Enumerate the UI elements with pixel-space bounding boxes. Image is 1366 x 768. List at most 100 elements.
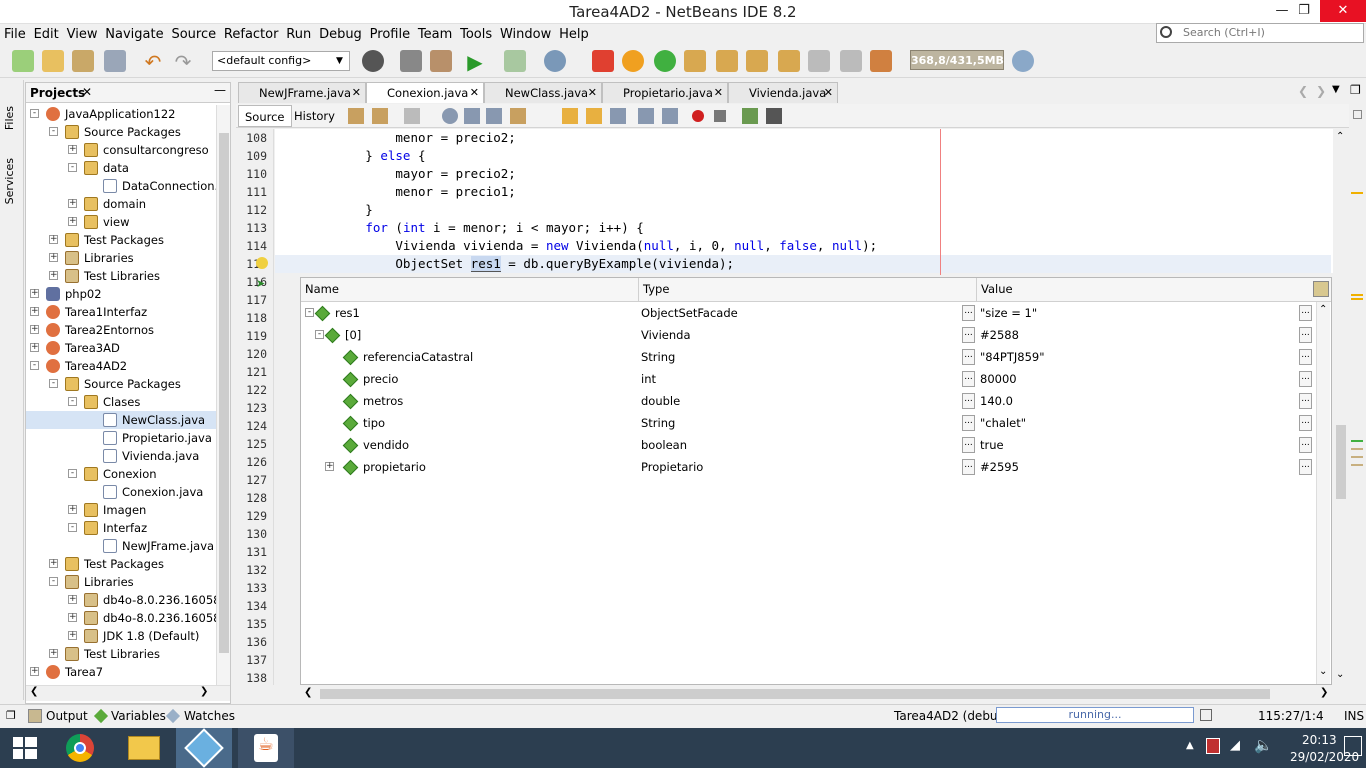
watches-tab[interactable]: Watches <box>184 709 235 723</box>
chevron-left-icon[interactable]: ❮ <box>30 686 38 697</box>
chrome-taskbar-app[interactable] <box>52 728 108 768</box>
redo-icon[interactable]: ↷ <box>172 50 194 74</box>
explorer-taskbar-app[interactable] <box>116 728 172 768</box>
warning-mark[interactable] <box>1351 294 1363 296</box>
menu-edit[interactable]: Edit <box>30 24 59 42</box>
shift-right-icon[interactable] <box>662 108 678 124</box>
last-edit-icon[interactable] <box>348 108 364 124</box>
close-icon[interactable]: ✕ <box>588 83 597 103</box>
variable-row[interactable]: - [0] Vivienda... #2588... <box>301 324 1315 346</box>
variables-vscroll[interactable]: ⌃ ⌄ <box>1316 302 1330 684</box>
battery-icon[interactable] <box>1206 738 1220 754</box>
source-tab[interactable]: Source <box>238 105 292 127</box>
occurrence-mark[interactable] <box>1351 464 1363 466</box>
memory-indicator[interactable]: 368,8/431,5MB <box>910 50 1004 70</box>
editor-hscroll[interactable]: ❮ ❯ <box>300 686 1332 702</box>
tree-vscroll[interactable] <box>216 105 230 685</box>
close-icon[interactable]: ✕ <box>82 85 92 99</box>
forward-icon[interactable] <box>404 108 420 124</box>
expand-icon[interactable]: + <box>68 217 77 226</box>
close-icon[interactable]: ✕ <box>352 83 361 103</box>
variable-row[interactable]: referenciaCatastral String... "84PTJ859"..… <box>301 346 1315 368</box>
tree-item[interactable]: + Tarea3AD <box>26 339 216 357</box>
tree-item[interactable]: + Imagen <box>26 501 216 519</box>
collapse-icon[interactable]: - <box>49 577 58 586</box>
tree-item[interactable]: + Test Libraries <box>26 645 216 663</box>
chevron-left-icon[interactable]: ❮ <box>1298 84 1308 98</box>
stop-macro-icon[interactable] <box>714 110 726 122</box>
variable-row[interactable]: tipo String... "chalet"... <box>301 412 1315 434</box>
collapse-icon[interactable]: - <box>315 330 324 339</box>
output-tab[interactable]: Output <box>46 709 88 723</box>
menu-help[interactable]: Help <box>555 24 589 42</box>
tree-item[interactable]: + domain <box>26 195 216 213</box>
check-file-icon[interactable] <box>742 108 758 124</box>
variable-value[interactable]: #2588 <box>980 324 1019 346</box>
step-over-expression-icon[interactable] <box>716 50 738 72</box>
value-details-button[interactable]: ... <box>1299 305 1312 321</box>
tree-item[interactable]: Propietario.java <box>26 429 216 447</box>
type-details-button[interactable]: ... <box>962 327 975 343</box>
debug-mark[interactable] <box>1351 440 1363 442</box>
progress-bar[interactable]: running... <box>996 707 1194 723</box>
editor-vscroll[interactable]: ⌃ ⌄ <box>1333 129 1349 687</box>
apply-code-changes-icon[interactable] <box>840 50 862 72</box>
occurrence-mark[interactable] <box>1351 448 1363 450</box>
expand-icon[interactable]: + <box>49 253 58 262</box>
menu-file[interactable]: File <box>0 24 26 42</box>
chevron-left-icon[interactable]: ❮ <box>304 687 312 698</box>
code-line[interactable]: menor = precio2; <box>275 129 1331 147</box>
step-over-icon[interactable] <box>684 50 706 72</box>
maximize-button[interactable]: ❐ <box>1284 0 1324 22</box>
variable-value[interactable]: "84PTJ859" <box>980 346 1045 368</box>
gc-icon[interactable] <box>1012 50 1034 72</box>
tab-newjframe[interactable]: NewJFrame.java ✕ <box>238 82 366 103</box>
tree-item[interactable]: - Clases <box>26 393 216 411</box>
config-select[interactable]: <default config> <box>212 51 350 71</box>
variable-row[interactable]: - res1 ObjectSetFacade... "size = 1"... <box>301 302 1315 324</box>
chevron-right-icon[interactable]: ❯ <box>1320 687 1328 698</box>
collapse-icon[interactable]: - <box>68 469 77 478</box>
menu-tools[interactable]: Tools <box>456 24 492 42</box>
expand-icon[interactable]: + <box>30 325 39 334</box>
start-button[interactable] <box>0 728 56 768</box>
chevron-down-icon[interactable]: ▼ <box>1332 84 1340 95</box>
history-tab[interactable]: History <box>288 105 341 127</box>
code-line[interactable]: for (int i = menor; i < mayor; i++) { <box>275 219 1331 237</box>
tree-item[interactable]: + db4o-8.0.236.16058-core <box>26 591 230 609</box>
code-editor[interactable]: menor = precio2; } else { mayor = precio… <box>275 129 1333 273</box>
toggle-highlight-icon[interactable] <box>510 108 526 124</box>
warning-mark[interactable] <box>1351 192 1363 194</box>
tree-hscroll[interactable]: ❮ ❯ <box>26 685 230 701</box>
tree-item[interactable]: - Source Packages <box>26 123 216 141</box>
open-project-icon[interactable] <box>72 50 94 72</box>
tree-scroll-thumb[interactable] <box>219 133 229 653</box>
code-line[interactable]: ObjectSet res1 = db.queryByExample(vivie… <box>275 255 1331 273</box>
debug-project-label[interactable]: Tarea4AD2 (debug) <box>894 709 1010 723</box>
variable-value[interactable]: "size = 1" <box>980 302 1037 324</box>
tree-item[interactable]: - Conexion <box>26 465 216 483</box>
hscroll-thumb[interactable] <box>320 689 1270 699</box>
column-type[interactable]: Type <box>643 282 669 296</box>
run-icon[interactable]: ▶ <box>464 50 486 74</box>
menu-source[interactable]: Source <box>167 24 216 42</box>
collapse-icon[interactable]: - <box>30 361 39 370</box>
expand-icon[interactable]: + <box>68 199 77 208</box>
menu-run[interactable]: Run <box>282 24 311 42</box>
tree-item[interactable]: + JDK 1.8 (Default) <box>26 627 216 645</box>
toggle-bookmark-icon[interactable] <box>610 108 626 124</box>
expand-icon[interactable]: + <box>325 462 334 471</box>
signal-icon[interactable]: ◢ <box>1230 738 1240 753</box>
tree-item[interactable]: NewClass.java <box>26 411 216 429</box>
code-line[interactable]: } else { <box>275 147 1331 165</box>
files-tab[interactable]: Files <box>3 106 16 130</box>
minimize-panel-icon[interactable]: — <box>214 83 226 97</box>
search-input[interactable]: Search (Ctrl+I) <box>1156 23 1364 43</box>
expand-icon[interactable]: + <box>68 613 77 622</box>
type-details-button[interactable]: ... <box>962 459 975 475</box>
debug-project-icon[interactable] <box>504 50 526 72</box>
new-project-icon[interactable] <box>42 50 64 72</box>
collapse-icon[interactable]: - <box>49 379 58 388</box>
clean-build-icon[interactable] <box>430 50 452 72</box>
collapse-icon[interactable]: - <box>68 163 77 172</box>
